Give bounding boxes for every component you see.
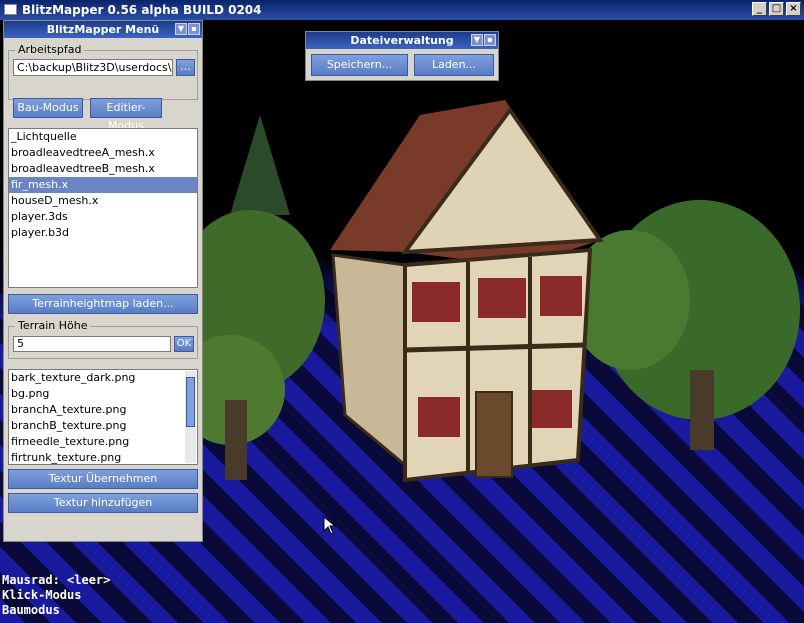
list-item[interactable]: broadleavedtreeB_mesh.x <box>9 161 197 177</box>
window-titlebar: BlitzMapper 0.56 alpha BUILD 0204 _ □ × <box>0 0 804 20</box>
app-icon <box>4 4 17 15</box>
workpath-group: Arbeitspfad C:\backup\Blitz3D\userdocs\b… <box>8 43 198 100</box>
close-button[interactable]: × <box>786 2 801 16</box>
collapse-icon[interactable]: ▼ <box>175 23 187 35</box>
apply-texture-button[interactable]: Textur Übernehmen <box>8 469 198 489</box>
terrain-height-group: Terrain Höhe 5 OK <box>8 319 198 359</box>
save-button[interactable]: Speichern... <box>311 54 408 76</box>
minimize-button[interactable]: _ <box>752 2 767 16</box>
list-item[interactable]: firtrunk_texture.png <box>9 450 197 464</box>
file-management-panel: Dateiverwaltung ▼ ▪ Speichern... Laden..… <box>305 31 499 81</box>
list-item[interactable]: houseD_mesh.x <box>9 193 197 209</box>
list-item-selected[interactable]: fir_mesh.x <box>9 177 197 193</box>
close-icon[interactable]: ▪ <box>484 34 496 46</box>
maximize-button[interactable]: □ <box>769 2 784 16</box>
mouse-cursor-icon <box>323 516 337 535</box>
window-title: BlitzMapper 0.56 alpha BUILD 0204 <box>22 3 262 17</box>
terrain-height-input[interactable]: 5 <box>13 336 171 352</box>
menu-panel-title[interactable]: BlitzMapper Menü ▼ ▪ <box>4 21 202 38</box>
list-item[interactable]: branchA_texture.png <box>9 402 197 418</box>
hud-mousewheel: Mausrad: <leer> <box>2 573 111 587</box>
terrain-ok-button[interactable]: OK <box>174 336 194 352</box>
load-heightmap-button[interactable]: Terrainheightmap laden... <box>8 294 198 314</box>
build-mode-button[interactable]: Bau-Modus <box>13 98 83 118</box>
blitzmapper-menu-panel: BlitzMapper Menü ▼ ▪ Arbeitspfad C:\back… <box>3 20 203 542</box>
hud-build-mode: Baumodus <box>2 603 60 617</box>
close-icon[interactable]: ▪ <box>188 23 200 35</box>
list-item[interactable]: player.3ds <box>9 209 197 225</box>
list-item[interactable]: bark_texture_dark.png <box>9 370 197 386</box>
list-item[interactable]: broadleavedtreeA_mesh.x <box>9 145 197 161</box>
list-item[interactable]: branchB_texture.png <box>9 418 197 434</box>
add-texture-button[interactable]: Textur hinzufügen <box>8 493 198 513</box>
edit-mode-button[interactable]: Editier-Modus <box>90 98 162 132</box>
workpath-input[interactable]: C:\backup\Blitz3D\userdocs\blitz <box>13 59 173 76</box>
terrain-height-label: Terrain Höhe <box>15 319 91 332</box>
texture-list[interactable]: bark_texture_dark.png bg.png branchA_tex… <box>8 369 198 465</box>
texture-list-scrollbar[interactable] <box>185 371 196 463</box>
file-panel-title[interactable]: Dateiverwaltung ▼ ▪ <box>306 32 498 49</box>
scrollbar-thumb[interactable] <box>186 377 195 427</box>
list-item[interactable]: firneedle_texture.png <box>9 434 197 450</box>
object-list[interactable]: _Lichtquelle broadleavedtreeA_mesh.x bro… <box>8 128 198 288</box>
hud-click-mode: Klick-Modus <box>2 588 82 602</box>
workpath-label: Arbeitspfad <box>15 43 85 56</box>
list-item[interactable]: bg.png <box>9 386 197 402</box>
collapse-icon[interactable]: ▼ <box>471 34 483 46</box>
load-button[interactable]: Laden... <box>414 54 494 76</box>
list-item[interactable]: _Lichtquelle <box>9 129 197 145</box>
browse-button[interactable]: ... <box>176 59 195 76</box>
list-item[interactable]: player.b3d <box>9 225 197 241</box>
